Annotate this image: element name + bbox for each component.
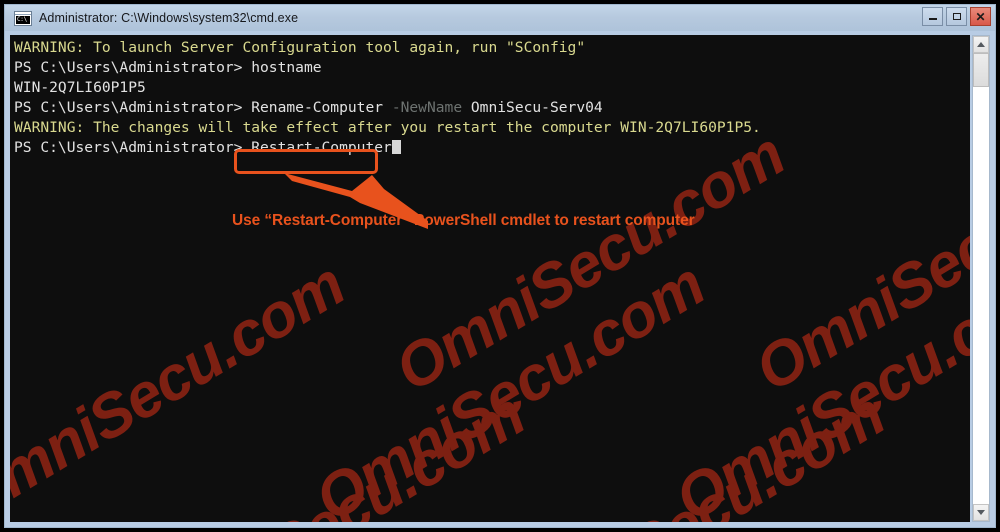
console-surface[interactable]: OmniSecu.com OmniSecu.com OmniSecu.com Omni… — [10, 35, 970, 522]
vertical-scrollbar[interactable] — [972, 35, 990, 522]
terminal-text: -NewName — [391, 99, 463, 116]
terminal-text: OmniSecu-Serv04 — [462, 99, 603, 116]
console-window: C:\ Administrator: C:\Windows\system32\c… — [4, 4, 996, 528]
close-button[interactable]: ✕ — [970, 7, 991, 26]
scroll-down-button[interactable] — [973, 504, 989, 521]
terminal-text: PS C:\Users\Administrator> Restart-Compu… — [14, 139, 392, 156]
cmd-icon: C:\ — [14, 10, 32, 26]
terminal-text: WIN-2Q7LI60P1P5 — [14, 79, 146, 96]
terminal-text: PS C:\Users\Administrator> Rename-Comput… — [14, 99, 392, 116]
scrollbar-thumb[interactable] — [973, 53, 989, 87]
terminal-text: WARNING: The changes will take effect af… — [14, 119, 761, 136]
terminal-output: WARNING: To launch Server Configuration … — [10, 35, 970, 522]
chevron-up-icon — [977, 42, 985, 47]
line-output-hostname: WIN-2Q7LI60P1P5 — [14, 78, 970, 98]
cmd-icon-text: C:\ — [16, 15, 30, 24]
title-bar[interactable]: C:\ Administrator: C:\Windows\system32\c… — [5, 5, 995, 31]
window-controls: ✕ — [922, 7, 991, 26]
scrollbar-track[interactable] — [973, 53, 989, 504]
close-icon: ✕ — [975, 9, 986, 24]
terminal-text: PS C:\Users\Administrator> hostname — [14, 59, 322, 76]
window-body: OmniSecu.com OmniSecu.com OmniSecu.com Omni… — [5, 31, 995, 527]
line-prompt-rename: PS C:\Users\Administrator> Rename-Comput… — [14, 98, 970, 118]
line-warning-restart: WARNING: The changes will take effect af… — [14, 118, 970, 138]
minimize-icon — [928, 18, 937, 20]
annotation-text: Use “Restart-Computer” PowerShell cmdlet… — [232, 212, 695, 229]
line-prompt-restart: PS C:\Users\Administrator> Restart-Compu… — [14, 138, 970, 158]
line-warning-sconfig: WARNING: To launch Server Configuration … — [14, 38, 970, 58]
maximize-button[interactable] — [946, 7, 967, 26]
maximize-icon — [952, 13, 961, 20]
screenshot-root: C:\ Administrator: C:\Windows\system32\c… — [0, 0, 1000, 532]
scroll-up-button[interactable] — [973, 36, 989, 53]
minimize-button[interactable] — [922, 7, 943, 26]
line-prompt-hostname: PS C:\Users\Administrator> hostname — [14, 58, 970, 78]
text-cursor — [391, 140, 401, 154]
chevron-down-icon — [977, 510, 985, 515]
terminal-text: WARNING: To launch Server Configuration … — [14, 39, 586, 56]
window-title: Administrator: C:\Windows\system32\cmd.e… — [39, 11, 299, 25]
